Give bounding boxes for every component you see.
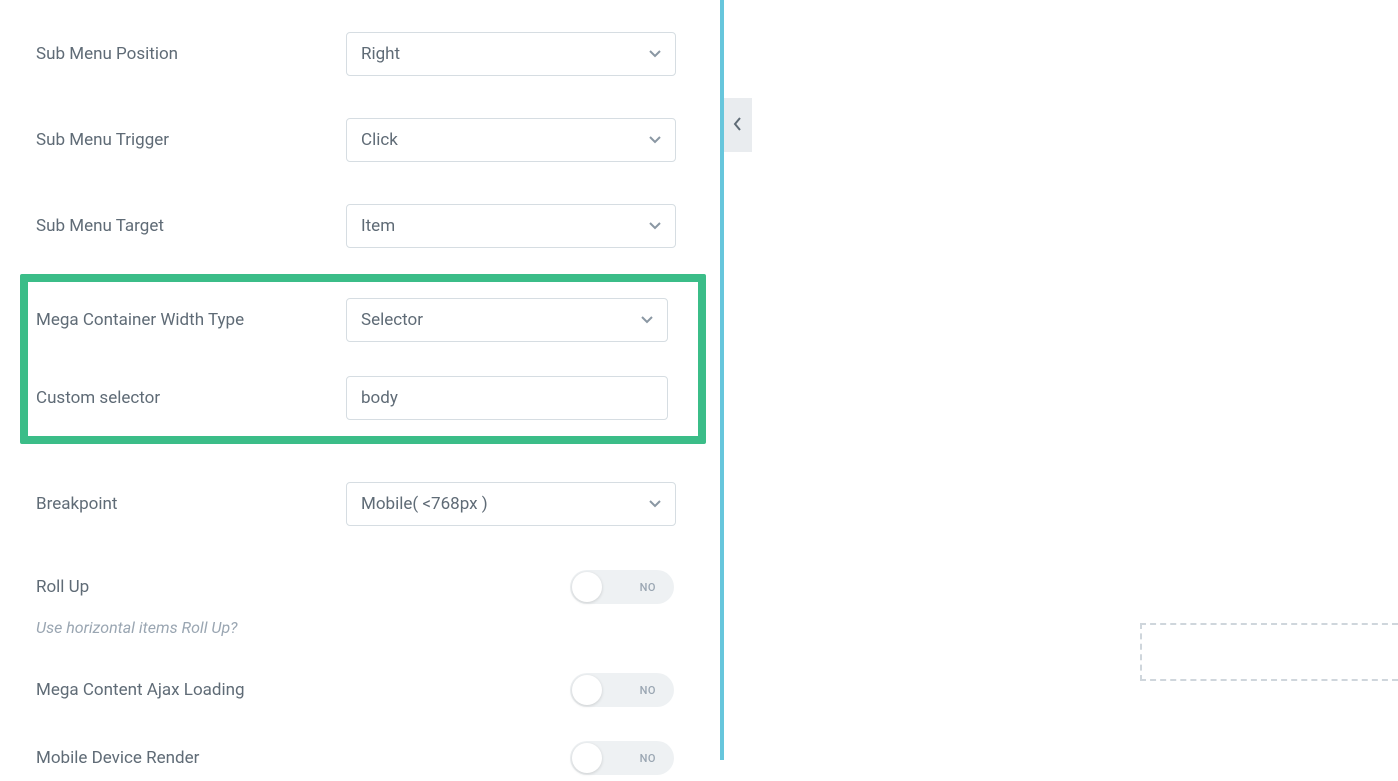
label-custom-selector: Custom selector: [36, 388, 346, 408]
collapse-panel-button[interactable]: [724, 98, 752, 152]
select-value: Item: [361, 216, 395, 236]
toggle-knob: [572, 675, 602, 705]
drop-zone-placeholder: [1140, 623, 1398, 681]
select-value: Mobile( <768px ): [361, 494, 488, 514]
label-roll-up: Roll Up: [36, 577, 570, 597]
select-mega-container-width-type[interactable]: Selector: [346, 298, 668, 342]
label-breakpoint: Breakpoint: [36, 494, 346, 514]
settings-panel: Sub Menu Position Right Sub Menu Trigger…: [0, 0, 720, 760]
chevron-down-icon: [649, 50, 661, 58]
chevron-down-icon: [641, 316, 653, 324]
chevron-down-icon: [649, 136, 661, 144]
toggle-state: NO: [640, 684, 656, 697]
chevron-down-icon: [649, 222, 661, 230]
select-value: Selector: [361, 310, 423, 330]
toggle-state: NO: [640, 752, 656, 765]
select-sub-menu-target[interactable]: Item: [346, 204, 676, 248]
select-value: Right: [361, 44, 400, 64]
label-sub-menu-position: Sub Menu Position: [36, 44, 346, 64]
select-sub-menu-position[interactable]: Right: [346, 32, 676, 76]
toggle-knob: [572, 743, 602, 773]
label-mega-container-width-type: Mega Container Width Type: [36, 310, 346, 330]
toggle-mega-ajax-loading[interactable]: NO: [570, 673, 674, 707]
input-custom-selector[interactable]: [346, 376, 668, 420]
label-mega-ajax-loading: Mega Content Ajax Loading: [36, 680, 570, 700]
select-breakpoint[interactable]: Mobile( <768px ): [346, 482, 676, 526]
toggle-roll-up[interactable]: NO: [570, 570, 674, 604]
toggle-state: NO: [640, 581, 656, 594]
highlighted-settings-group: Mega Container Width Type Selector Custo…: [20, 274, 706, 444]
preview-panel: [720, 0, 1398, 760]
toggle-mobile-device-render[interactable]: NO: [570, 741, 674, 775]
chevron-down-icon: [649, 500, 661, 508]
label-mobile-device-render: Mobile Device Render: [36, 748, 570, 768]
select-value: Click: [361, 130, 398, 150]
chevron-left-icon: [733, 116, 743, 135]
select-sub-menu-trigger[interactable]: Click: [346, 118, 676, 162]
label-sub-menu-target: Sub Menu Target: [36, 216, 346, 236]
help-roll-up: Use horizontal items Roll Up?: [0, 618, 720, 637]
label-sub-menu-trigger: Sub Menu Trigger: [36, 130, 346, 150]
toggle-knob: [572, 572, 602, 602]
